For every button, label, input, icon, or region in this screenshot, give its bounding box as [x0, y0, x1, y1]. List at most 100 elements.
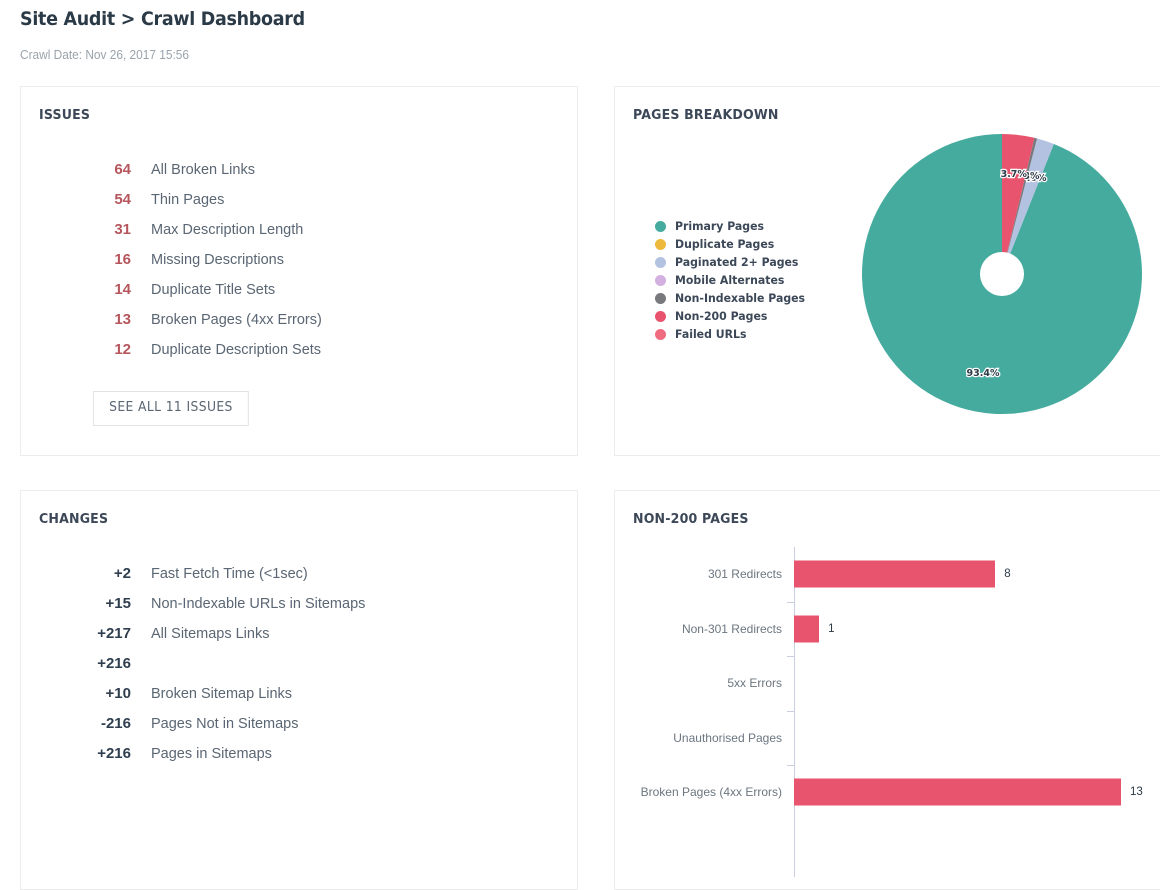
issue-label: Duplicate Description Sets — [151, 342, 322, 358]
legend-item-paginated-pages[interactable]: Paginated 2+ Pages — [655, 253, 812, 271]
pages-breakdown-pie-chart: 93.4%2.0%0.3%3.7% — [862, 134, 1142, 414]
see-all-issues-button[interactable]: SEE ALL 11 ISSUES — [93, 391, 249, 426]
change-value: +216 — [97, 655, 131, 672]
pages-breakdown-card: PAGES BREAKDOWN Primary Pages Duplicate … — [614, 86, 1160, 456]
legend-item-duplicate-pages[interactable]: Duplicate Pages — [655, 235, 812, 253]
legend-item-non-200-pages[interactable]: Non-200 Pages — [655, 307, 812, 325]
list-item[interactable]: +217 All Sitemaps Links — [21, 619, 577, 649]
bar-category-label: 5xx Errors — [727, 676, 782, 691]
non-200-pages-bar-chart: 301 Redirects 8 Non-301 Redirects 1 5xx … — [615, 547, 1160, 877]
table-row[interactable]: Non-301 Redirects 1 — [615, 602, 1160, 657]
list-item[interactable]: +10 Broken Sitemap Links — [21, 679, 577, 709]
crawl-date: Crawl Date: Nov 26, 2017 15:56 — [20, 48, 189, 62]
bar-category-label: Broken Pages (4xx Errors) — [640, 785, 782, 800]
changes-list: +2 Fast Fetch Time (<1sec) +15 Non-Index… — [21, 559, 577, 769]
bar-track — [794, 656, 1160, 711]
legend-label: Duplicate Pages — [675, 237, 775, 251]
issues-card: ISSUES 64 All Broken Links 54 Thin Pages… — [20, 86, 578, 456]
legend-label: Non-Indexable Pages — [675, 291, 806, 305]
pie-slice-label: 93.4% — [967, 368, 1000, 379]
list-item[interactable]: 12 Duplicate Description Sets — [21, 335, 577, 365]
bar-track — [794, 711, 1160, 766]
change-label: Pages Not in Sitemaps — [151, 716, 299, 732]
change-value: +15 — [105, 595, 131, 612]
legend-label: Paginated 2+ Pages — [675, 255, 799, 269]
bar-chart-tick — [787, 656, 795, 657]
issue-count: 64 — [114, 161, 131, 178]
bar-value-label: 1 — [828, 622, 835, 635]
change-value: +216 — [97, 745, 131, 762]
issue-count: 12 — [114, 341, 131, 358]
issue-label: Missing Descriptions — [151, 252, 284, 268]
bar-fill[interactable] — [794, 615, 820, 643]
list-item[interactable]: 31 Max Description Length — [21, 215, 577, 245]
legend-label: Failed URLs — [675, 327, 747, 341]
legend-item-non-indexable-pages[interactable]: Non-Indexable Pages — [655, 289, 812, 307]
bar-chart-tick — [787, 602, 795, 603]
legend-label: Mobile Alternates — [675, 273, 785, 287]
bar-track: 1 — [794, 602, 1160, 657]
change-value: -216 — [100, 715, 131, 732]
table-row[interactable]: 301 Redirects 8 — [615, 547, 1160, 602]
list-item[interactable]: +15 Non-Indexable URLs in Sitemaps — [21, 589, 577, 619]
list-item[interactable]: 16 Missing Descriptions — [21, 245, 577, 275]
bar-track: 8 — [794, 547, 1160, 602]
list-item[interactable]: 14 Duplicate Title Sets — [21, 275, 577, 305]
change-value: +10 — [105, 685, 131, 702]
list-item[interactable]: -216 Pages Not in Sitemaps — [21, 709, 577, 739]
legend-item-failed-urls[interactable]: Failed URLs — [655, 325, 812, 343]
list-item[interactable]: +216 — [21, 649, 577, 679]
pie-slice-label: 3.7% — [1001, 169, 1028, 180]
legend-swatch-icon — [655, 328, 666, 340]
issue-label: All Broken Links — [151, 162, 255, 178]
bar-track: 13 — [794, 765, 1160, 820]
page-title: Site Audit > Crawl Dashboard — [20, 8, 305, 30]
bar-category-label: Unauthorised Pages — [673, 730, 782, 745]
issue-count: 14 — [114, 281, 131, 298]
bar-fill[interactable] — [794, 778, 1121, 806]
bar-chart-tick — [787, 711, 795, 712]
bar-fill[interactable] — [794, 560, 996, 588]
bar-category-label: Non-301 Redirects — [681, 621, 782, 636]
list-item[interactable]: 13 Broken Pages (4xx Errors) — [21, 305, 577, 335]
non-200-pages-card-title: NON-200 PAGES — [633, 511, 749, 527]
issues-list: 64 All Broken Links 54 Thin Pages 31 Max… — [21, 155, 577, 365]
issue-label: Duplicate Title Sets — [151, 282, 276, 298]
change-label: All Sitemaps Links — [151, 626, 270, 642]
change-value: +2 — [113, 565, 131, 582]
issue-label: Max Description Length — [151, 222, 304, 238]
legend-item-primary-pages[interactable]: Primary Pages — [655, 217, 812, 235]
issue-count: 16 — [114, 251, 131, 268]
changes-card-title: CHANGES — [39, 511, 109, 527]
non-200-pages-card: NON-200 PAGES 301 Redirects 8 Non-301 Re… — [614, 490, 1160, 890]
legend-swatch-icon — [655, 310, 666, 322]
bar-category-label: 301 Redirects — [707, 567, 782, 582]
legend-swatch-icon — [655, 274, 666, 286]
legend-swatch-icon — [655, 220, 666, 232]
list-item[interactable]: +216 Pages in Sitemaps — [21, 739, 577, 769]
table-row[interactable]: Unauthorised Pages — [615, 711, 1160, 766]
change-label: Broken Sitemap Links — [151, 686, 293, 702]
pie-chart-area: Primary Pages Duplicate Pages Paginated … — [615, 87, 1160, 455]
issues-card-title: ISSUES — [39, 107, 91, 123]
list-item[interactable]: +2 Fast Fetch Time (<1sec) — [21, 559, 577, 589]
bar-chart-tick — [787, 765, 795, 766]
page-header: Site Audit > Crawl Dashboard Crawl Date:… — [20, 4, 1140, 63]
list-item[interactable]: 64 All Broken Links — [21, 155, 577, 185]
legend-label: Non-200 Pages — [675, 309, 768, 323]
table-row[interactable]: Broken Pages (4xx Errors) 13 — [615, 765, 1160, 820]
changes-card: CHANGES +2 Fast Fetch Time (<1sec) +15 N… — [20, 490, 578, 890]
change-label: Non-Indexable URLs in Sitemaps — [151, 596, 366, 612]
legend-swatch-icon — [655, 238, 666, 250]
change-label: Fast Fetch Time (<1sec) — [151, 566, 308, 582]
list-item[interactable]: 54 Thin Pages — [21, 185, 577, 215]
legend-swatch-icon — [655, 292, 666, 304]
legend-item-mobile-alternates[interactable]: Mobile Alternates — [655, 271, 812, 289]
table-row[interactable]: 5xx Errors — [615, 656, 1160, 711]
issue-count: 31 — [114, 221, 131, 238]
issue-count: 54 — [114, 191, 131, 208]
issue-count: 13 — [114, 311, 131, 328]
bar-value-label: 13 — [1130, 786, 1143, 799]
donut-hole — [980, 252, 1024, 296]
issue-label: Broken Pages (4xx Errors) — [151, 312, 322, 328]
